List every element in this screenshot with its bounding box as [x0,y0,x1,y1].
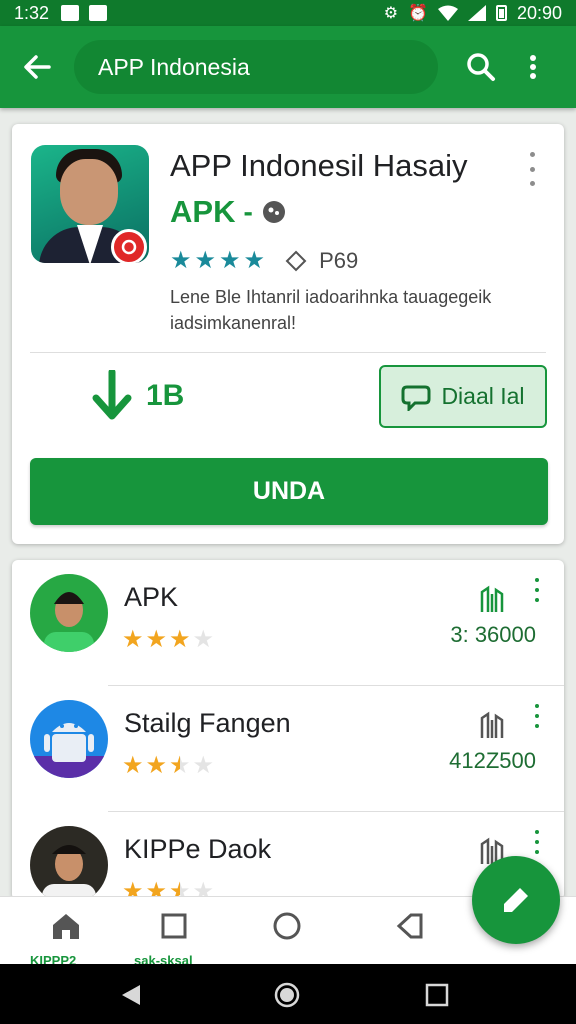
list-item-stars: ★ ★ ★ ★ [122,754,214,778]
chat-bubble-icon [401,385,431,411]
app-title: APP Indonesil Hasaiy [170,148,468,183]
star-icon: ★ [194,247,217,274]
status-bar: 1:32 ⚙ ⏰ 20:90 [0,0,576,26]
star-icon: ★ [219,247,241,274]
list-item-more-button[interactable] [532,704,542,728]
star-icon: ★ [169,752,191,779]
install-button-label: UNDA [252,477,326,505]
star-icon: ★ [170,247,192,274]
secondary-action-button[interactable]: Diaal Ial [379,365,547,428]
install-button[interactable]: UNDA [30,458,548,525]
wifi-icon [437,5,458,21]
list-item-name: Stailg Fangen [124,708,291,738]
notification-icon-2 [89,5,108,21]
search-icon [467,53,495,81]
back-triangle-icon [122,985,140,1005]
signal-icon [467,5,486,21]
search-button[interactable] [454,40,508,94]
list-item[interactable]: Stailg Fangen ★ ★ ★ ★ 412Z500 [12,686,564,812]
nav-circle[interactable] [265,909,309,943]
downloads: 1B [92,370,184,422]
nav-tag[interactable] [388,909,432,943]
vibrate-icon: ⚙ [383,5,399,22]
star-icon: ★ [192,752,215,779]
home-icon [53,914,79,939]
floating-action-button[interactable] [472,856,560,944]
search-input[interactable]: APP Indonesia [74,40,438,94]
badge-icon [111,229,147,263]
list-item-stars: ★ ★ ★ ★ [122,628,214,652]
list-item-more-button[interactable] [532,578,542,602]
edit-icon [504,888,528,912]
app-description: Lene Ble Ihtanril iadoarihnka tauagegeik… [170,287,492,333]
rating-stars: ★ ★ ★ ★ [170,249,265,273]
nav-home[interactable] [44,909,88,943]
arrow-left-icon [24,55,51,79]
downloads-value: 1B [146,379,185,412]
secondary-button-label: Diaal Ial [441,383,525,409]
avatar [30,826,108,900]
more-vert-icon [530,55,536,79]
app-list: APK ★ ★ ★ ★ 3: 36000 Stailg Fangen ★ ★ ★ ★ 412… [12,560,564,900]
apk-label: APK [170,194,236,229]
status-clock: 20:90 [516,2,562,23]
featured-app-card[interactable]: APP Indonesil Hasaiy APK - ★ ★ ★ ★ P69 Lene… [12,124,564,544]
list-item-value: 3: 36000 [450,622,536,647]
download-icon[interactable] [478,584,508,614]
tag-icon [396,913,423,939]
info-icon [262,201,285,223]
list-item-more-button[interactable] [532,830,542,854]
star-icon: ★ [145,626,168,653]
list-item[interactable]: APK ★ ★ ★ ★ 3: 36000 [12,560,564,686]
sys-recents-button[interactable] [424,982,450,1008]
avatar [30,574,108,652]
battery-icon [495,5,507,21]
apk-dash: - [243,196,253,227]
alarm-icon: ⏰ [408,5,428,22]
sys-back-button[interactable] [118,982,144,1008]
search-query: APP Indonesia [98,53,250,80]
star-icon: ★ [169,626,191,653]
status-time: 1:32 [14,2,50,23]
system-navigation-bar [0,964,576,1024]
home-circle-icon [274,982,300,1008]
list-item-value: 412Z500 [449,748,536,773]
rating-count: P69 [319,248,359,273]
star-icon: ★ [122,752,144,779]
apk-line: APK - [170,194,287,230]
recents-square-icon [425,983,449,1007]
list-item-name: APK [124,582,179,612]
circle-icon [273,912,301,940]
overflow-menu-button[interactable] [508,40,558,94]
app-icon[interactable] [31,145,149,263]
rating-line: ★ ★ ★ ★ P69 [170,248,358,274]
sys-home-button[interactable] [274,982,300,1008]
download-arrow-icon [92,370,132,420]
back-button[interactable] [0,26,74,108]
avatar [30,700,108,778]
card-more-button[interactable] [522,152,542,186]
star-icon: ★ [122,626,144,653]
star-icon: ★ [192,626,215,653]
star-icon: ★ [145,752,168,779]
notification-icon [61,5,80,21]
square-icon [161,913,187,939]
divider [30,352,546,353]
app-bar: APP Indonesia [0,26,576,108]
list-item-name: KIPPe Daok [124,834,272,864]
download-icon[interactable] [478,710,508,740]
star-icon: ★ [243,247,266,274]
tag-icon [285,250,307,272]
nav-apps[interactable] [152,909,196,943]
